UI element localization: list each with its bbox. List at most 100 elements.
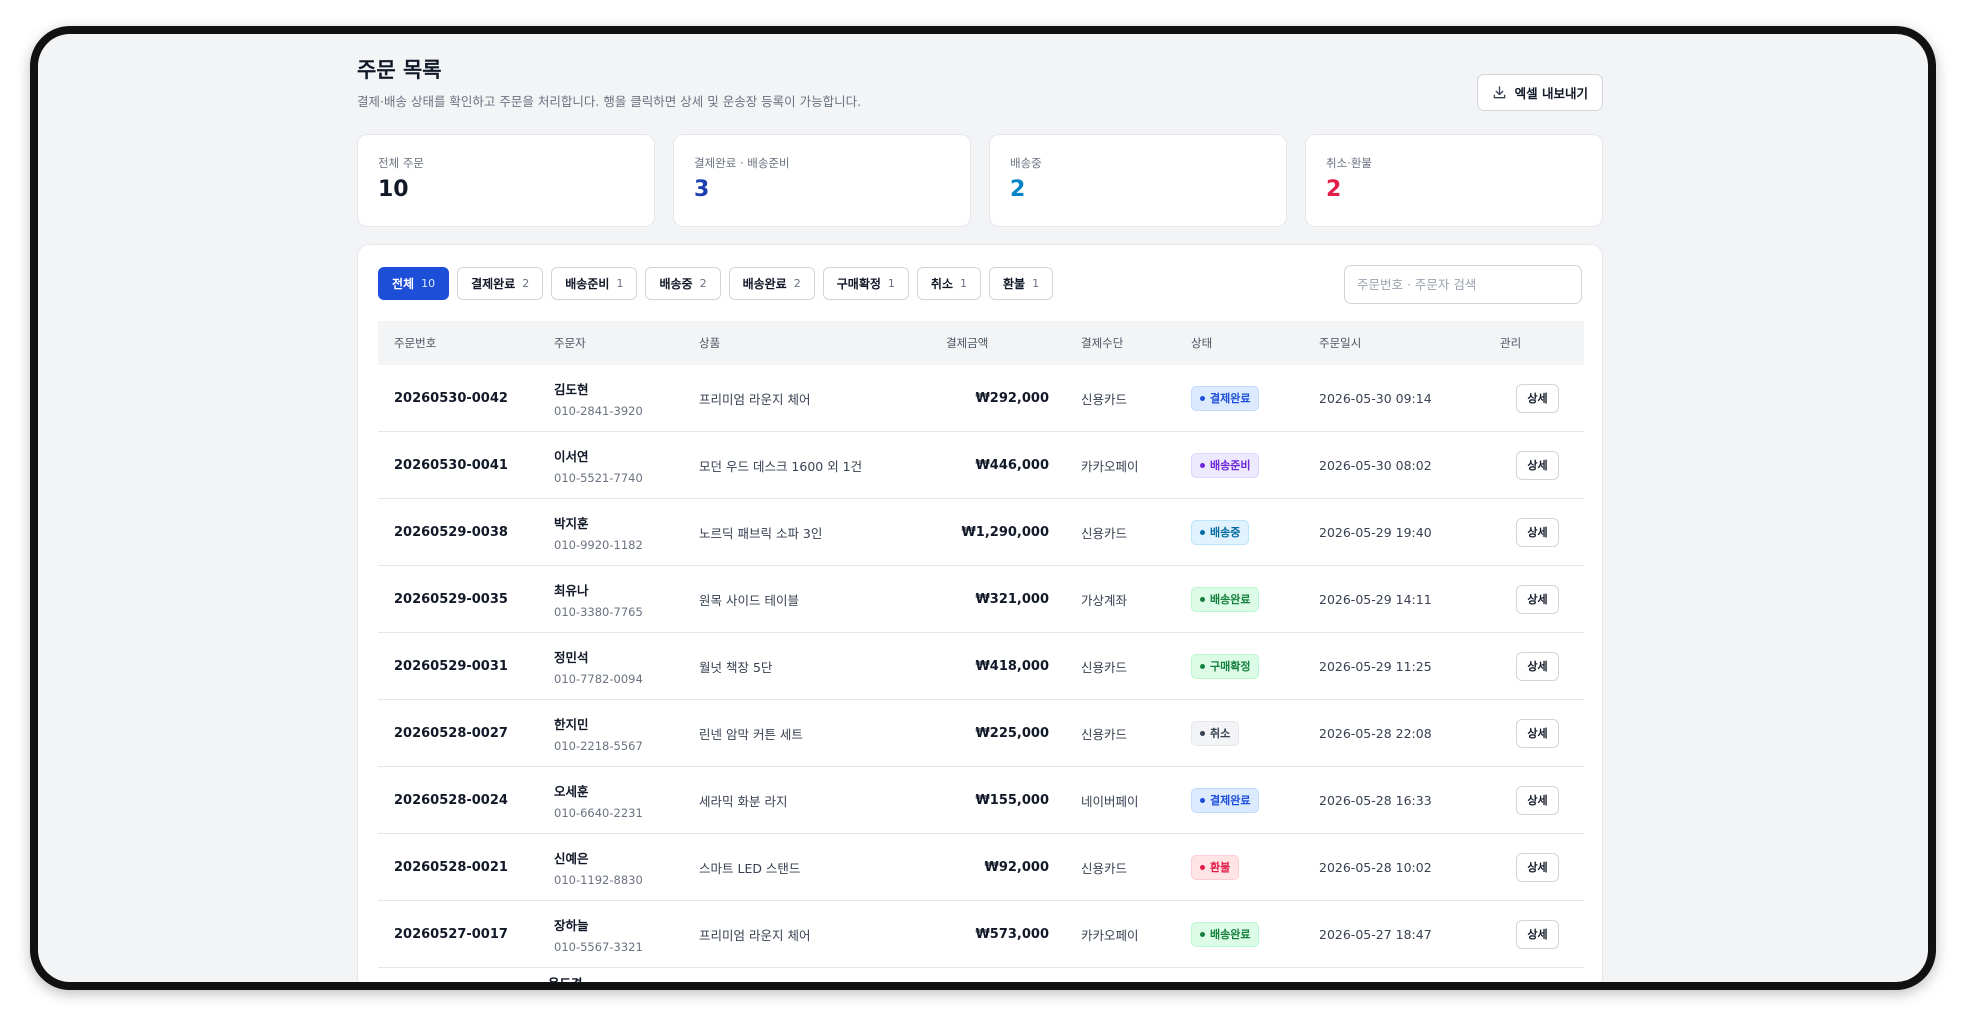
payment-amount: ₩92,000 bbox=[984, 860, 1049, 875]
order-date: 2026-05-30 09:14 bbox=[1319, 390, 1432, 406]
detail-button[interactable]: 상세 bbox=[1516, 383, 1559, 413]
customer-phone: 010-2841-3920 bbox=[554, 403, 643, 418]
product-name: 노르딕 패브릭 소파 3인 bbox=[699, 525, 823, 541]
status-label: 결제완료 bbox=[1210, 392, 1251, 405]
filter-tab-label: 취소 bbox=[930, 277, 953, 291]
customer-name: 김도현 bbox=[554, 381, 589, 397]
filter-tab-shipping[interactable]: 배송중 2 bbox=[645, 267, 721, 300]
order-date: 2026-05-29 14:11 bbox=[1319, 591, 1432, 607]
product-name: 린넨 암막 커튼 세트 bbox=[699, 726, 803, 742]
product-name: 세라믹 화분 라지 bbox=[699, 793, 788, 809]
filter-tab-refund[interactable]: 환불 1 bbox=[989, 267, 1054, 300]
order-number: 20260529-0038 bbox=[394, 525, 508, 540]
table-row[interactable]: 20260528-0027 한지민 010-2218-5567 린넨 암막 커튼 세트… bbox=[378, 700, 1584, 767]
product-name: 프리미엄 라운지 체어 bbox=[699, 391, 811, 407]
filter-tab-label: 구매확정 bbox=[836, 277, 881, 291]
table-row[interactable]: 20260530-0042 김도현 010-2841-3920 프리미엄 라운지 체어… bbox=[378, 365, 1584, 432]
detail-button[interactable]: 상세 bbox=[1516, 718, 1559, 748]
status-badge: 결제완료 bbox=[1191, 787, 1260, 813]
customer-name: 최유나 bbox=[554, 582, 589, 598]
payment-amount: ₩225,000 bbox=[975, 726, 1049, 741]
stat-label: 취소·환불 bbox=[1326, 156, 1372, 170]
status-dot-icon bbox=[1200, 596, 1205, 602]
customer-phone: 010-6640-2231 bbox=[554, 805, 643, 820]
order-number: 20260528-0027 bbox=[394, 726, 508, 741]
orders-panel: 전체 10 결제완료 2 배송준비 1 배송중 2 배송완료 2 구매확정 1 … bbox=[357, 244, 1603, 982]
product-name: 원목 사이드 테이블 bbox=[699, 592, 799, 608]
filter-tab-all[interactable]: 전체 10 bbox=[378, 267, 450, 300]
status-badge: 결제완료 bbox=[1191, 385, 1260, 411]
table-row[interactable]: 20260529-0031 정민석 010-7782-0094 월넛 책장 5단 ₩41… bbox=[378, 633, 1584, 700]
filter-tab-preparing[interactable]: 배송준비 1 bbox=[551, 267, 638, 300]
filter-tab-delivered[interactable]: 배송완료 2 bbox=[728, 267, 815, 300]
customer-name: 이서연 bbox=[554, 448, 589, 464]
status-dot-icon bbox=[1200, 663, 1205, 669]
column-header: 결제금액 bbox=[946, 336, 989, 350]
status-dot-icon bbox=[1200, 864, 1205, 870]
order-date: 2026-05-30 08:02 bbox=[1319, 457, 1432, 473]
filter-tab-label: 환불 bbox=[1003, 277, 1026, 291]
filter-tab-paid[interactable]: 결제완료 2 bbox=[457, 267, 544, 300]
partial-row-customer-name: 윤도경 bbox=[548, 973, 583, 982]
detail-button[interactable]: 상세 bbox=[1516, 785, 1559, 815]
status-label: 환불 bbox=[1210, 861, 1231, 874]
table-row[interactable]: 20260529-0038 박지훈 010-9920-1182 노르딕 패브릭 소파 … bbox=[378, 499, 1584, 566]
status-badge: 구매확정 bbox=[1191, 653, 1260, 679]
filter-tab-count: 10 bbox=[421, 277, 436, 290]
status-badge: 환불 bbox=[1191, 854, 1240, 880]
column-header: 주문번호 bbox=[394, 336, 437, 350]
filter-tab-count: 1 bbox=[887, 277, 895, 290]
stat-label: 전체 주문 bbox=[378, 156, 424, 170]
payment-amount: ₩418,000 bbox=[975, 659, 1049, 674]
column-header: 상품 bbox=[699, 336, 721, 350]
status-label: 결제완료 bbox=[1210, 794, 1251, 807]
table-body: 20260530-0042 김도현 010-2841-3920 프리미엄 라운지 체어… bbox=[378, 365, 1584, 968]
customer-name: 오세훈 bbox=[554, 783, 589, 799]
detail-button[interactable]: 상세 bbox=[1516, 584, 1559, 614]
filter-tab-confirmed[interactable]: 구매확정 1 bbox=[822, 267, 909, 300]
detail-button[interactable]: 상세 bbox=[1516, 517, 1559, 547]
stat-value: 3 bbox=[694, 177, 710, 202]
export-excel-button[interactable]: 엑셀 내보내기 bbox=[1476, 74, 1603, 111]
status-badge: 배송준비 bbox=[1191, 452, 1260, 478]
stat-label: 결제완료 · 배송준비 bbox=[694, 156, 790, 170]
detail-button[interactable]: 상세 bbox=[1516, 651, 1559, 681]
stat-card-paid-preparing: 결제완료 · 배송준비 3 bbox=[673, 134, 971, 227]
table-row[interactable]: 20260527-0017 장하늘 010-5567-3321 프리미엄 라운지 체어… bbox=[378, 901, 1584, 968]
detail-button[interactable]: 상세 bbox=[1516, 450, 1559, 480]
table-row[interactable]: 20260528-0024 오세훈 010-6640-2231 세라믹 화분 라지 ₩1… bbox=[378, 767, 1584, 834]
status-dot-icon bbox=[1200, 462, 1205, 468]
filter-tab-cancel[interactable]: 취소 1 bbox=[916, 267, 981, 300]
status-filter-tabs: 전체 10 결제완료 2 배송준비 1 배송중 2 배송완료 2 구매확정 1 … bbox=[378, 267, 1054, 300]
column-header: 주문자 bbox=[554, 336, 586, 350]
filter-tab-count: 2 bbox=[699, 277, 707, 290]
stats-row: 전체 주문 10 결제완료 · 배송준비 3 배송중 2 취소·환불 2 bbox=[357, 134, 1603, 227]
app-screen: 주문 목록 결제·배송 상태를 확인하고 주문을 처리합니다. 행을 클릭하면 … bbox=[38, 34, 1928, 982]
filter-tab-count: 1 bbox=[1032, 277, 1040, 290]
detail-button[interactable]: 상세 bbox=[1516, 919, 1559, 949]
status-dot-icon bbox=[1200, 529, 1205, 535]
table-row[interactable]: 20260528-0021 신예은 010-1192-8830 스마트 LED 스탠드… bbox=[378, 834, 1584, 901]
order-search-input[interactable] bbox=[1344, 265, 1582, 304]
status-badge: 배송완료 bbox=[1191, 586, 1260, 612]
payment-method: 신용카드 bbox=[1081, 860, 1128, 876]
detail-button[interactable]: 상세 bbox=[1516, 852, 1559, 882]
status-dot-icon bbox=[1200, 931, 1205, 937]
stat-card-shipping: 배송중 2 bbox=[989, 134, 1287, 227]
table-row[interactable]: 20260530-0041 이서연 010-5521-7740 모던 우드 데스크 1… bbox=[378, 432, 1584, 499]
order-date: 2026-05-29 11:25 bbox=[1319, 658, 1432, 674]
stat-card-cancel-refund: 취소·환불 2 bbox=[1305, 134, 1603, 227]
payment-amount: ₩1,290,000 bbox=[961, 525, 1049, 540]
status-badge: 취소 bbox=[1191, 720, 1240, 746]
order-date: 2026-05-29 19:40 bbox=[1319, 524, 1432, 540]
order-number: 20260529-0035 bbox=[394, 592, 508, 607]
status-label: 배송완료 bbox=[1210, 593, 1251, 606]
status-dot-icon bbox=[1200, 797, 1205, 803]
filter-tab-count: 2 bbox=[793, 277, 801, 290]
status-label: 배송완료 bbox=[1210, 928, 1251, 941]
table-row[interactable]: 20260529-0035 최유나 010-3380-7765 원목 사이드 테이블 ₩… bbox=[378, 566, 1584, 633]
filter-tab-label: 결제완료 bbox=[471, 277, 516, 291]
payment-method: 신용카드 bbox=[1081, 525, 1128, 541]
customer-name: 장하늘 bbox=[554, 917, 589, 933]
payment-method: 카카오페이 bbox=[1081, 927, 1139, 943]
